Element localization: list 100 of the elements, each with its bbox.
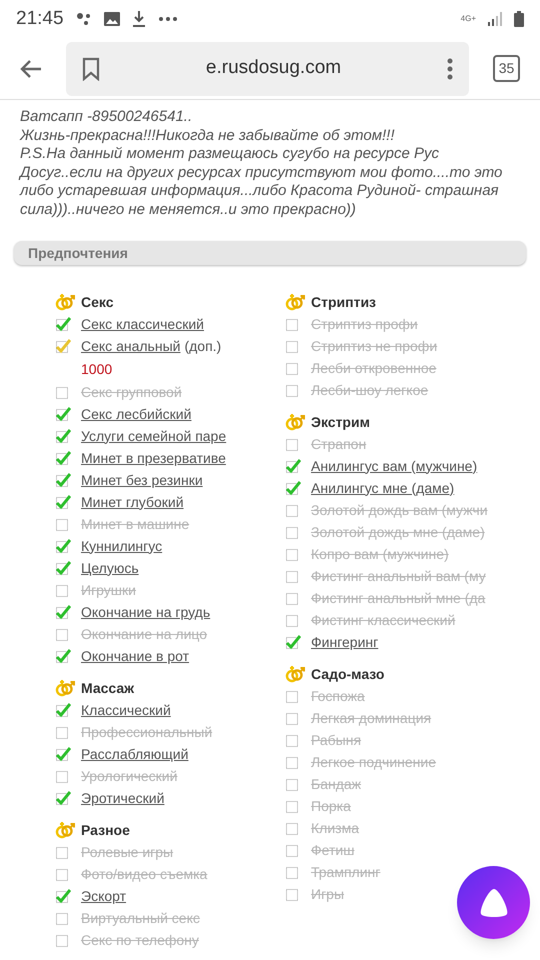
checkbox-icon[interactable] [285, 842, 301, 858]
checked-checkbox-icon[interactable] [55, 560, 71, 576]
checkbox-icon[interactable] [285, 776, 301, 792]
service-label: Лесби-шоу легкое [311, 380, 428, 400]
checkbox-icon[interactable] [55, 910, 71, 926]
checked-checkbox-icon[interactable] [285, 480, 301, 496]
service-note: (доп.) [184, 336, 222, 356]
service-label: Золотой дождь вам (мужчи [311, 500, 488, 520]
checkbox-icon[interactable] [285, 524, 301, 540]
checkbox-icon[interactable] [285, 360, 301, 376]
checkbox-icon[interactable] [285, 754, 301, 770]
description-text: Жизнь-прекрасна!!!Никогда не забывайте об этом!!! [20, 126, 396, 145]
checked-checkbox-icon[interactable] [55, 450, 71, 466]
service-label: Легкое подчинение [311, 752, 436, 772]
address-bar[interactable]: e.rusdosug.com [66, 42, 469, 96]
service-label: Анилингус вам (мужчине) [311, 456, 478, 476]
checkbox-icon[interactable] [285, 502, 301, 518]
bookmark-icon[interactable] [82, 56, 100, 80]
checkbox-icon[interactable] [285, 612, 301, 628]
checked-checkbox-icon[interactable] [55, 406, 71, 422]
price-text: 1000 [81, 360, 114, 378]
description-text: P.S.На данный момент размещаюсь сугубо на ресурсе Рус Досуг..если на других ресурсах присутствуют мои фото....то это либо устаревшая информация...либо Красота Рудиной- страшная сила)))..ничего не меняется..и это прекрасно)) [20, 145, 504, 219]
service-label: Фистинг классический [311, 610, 456, 630]
category-heading: Разное [81, 820, 130, 840]
checkbox-icon[interactable] [285, 886, 301, 902]
checkbox-icon[interactable] [55, 932, 71, 948]
checked-checkbox-icon[interactable] [55, 494, 71, 510]
service-label: Лесби откровенное [311, 358, 436, 378]
network-type: 4G+ [460, 15, 476, 23]
more-icon [158, 16, 178, 22]
checked-checkbox-icon[interactable] [55, 338, 71, 354]
checkbox-icon[interactable] [285, 732, 301, 748]
checkbox-icon[interactable] [285, 798, 301, 814]
back-arrow-icon[interactable] [20, 58, 42, 78]
checkbox-icon[interactable] [55, 724, 71, 740]
service-label: Эскорт [81, 886, 126, 906]
checkbox-icon[interactable] [55, 626, 71, 642]
service-label: Золотой дождь мне (даме) [311, 522, 485, 542]
checkbox-icon[interactable] [55, 866, 71, 882]
checkbox-icon[interactable] [285, 436, 301, 452]
service-label: Порка [311, 796, 351, 816]
checkbox-icon[interactable] [55, 516, 71, 532]
checkbox-icon[interactable] [55, 768, 71, 784]
image-icon [104, 12, 120, 26]
checkbox-icon[interactable] [285, 688, 301, 704]
checkbox-icon[interactable] [285, 864, 301, 880]
service-label: Секс анальный [81, 336, 180, 356]
service-label: Минет в машине [81, 514, 190, 534]
checked-checkbox-icon[interactable] [55, 648, 71, 664]
service-label: Классический [81, 700, 171, 720]
service-label: Секс классический [81, 314, 204, 334]
service-label: Эротический [81, 788, 164, 808]
checkbox-icon[interactable] [285, 382, 301, 398]
service-label: Фетиш [311, 840, 354, 860]
gender-symbol-icon [285, 664, 305, 684]
download-icon [132, 11, 146, 27]
service-label: Куннилингус [81, 536, 162, 556]
service-label: Стриптиз профи [311, 314, 418, 334]
checkbox-icon[interactable] [285, 590, 301, 606]
service-label: Секс по телефону [81, 930, 199, 950]
section-header: Предпочтения [14, 241, 526, 265]
service-label: Фистинг анальный мне (да [311, 588, 486, 608]
tab-count-button[interactable]: 35 [493, 55, 520, 82]
checkbox-icon[interactable] [285, 338, 301, 354]
service-label: Ролевые игры [81, 842, 174, 862]
service-label: Минет без резинки [81, 470, 203, 490]
gender-symbol-icon [55, 678, 75, 698]
service-label: Услуги семейной паре [81, 426, 226, 446]
checked-checkbox-icon[interactable] [55, 604, 71, 620]
category-heading: Стриптиз [311, 292, 376, 312]
checkbox-icon[interactable] [285, 316, 301, 332]
service-label: Секс групповой [81, 382, 182, 402]
service-label: Бандаж [311, 774, 362, 794]
checkbox-icon[interactable] [55, 582, 71, 598]
checked-checkbox-icon[interactable] [55, 472, 71, 488]
checkbox-icon[interactable] [55, 384, 71, 400]
checked-checkbox-icon[interactable] [55, 790, 71, 806]
service-label: Анилингус мне (даме) [311, 478, 454, 498]
menu-icon[interactable] [447, 58, 453, 80]
service-label: Фистинг анальный вам (му [311, 566, 486, 586]
checked-checkbox-icon[interactable] [55, 888, 71, 904]
service-label: Урологический [81, 766, 178, 786]
checked-checkbox-icon[interactable] [55, 746, 71, 762]
service-label: Целуюсь [81, 558, 139, 578]
service-label: Игрушки [81, 580, 136, 600]
checked-checkbox-icon[interactable] [285, 458, 301, 474]
checked-checkbox-icon[interactable] [55, 316, 71, 332]
checkbox-icon[interactable] [285, 820, 301, 836]
service-label: Клизма [311, 818, 359, 838]
service-label: Легкая доминация [311, 708, 432, 728]
checkbox-icon[interactable] [285, 710, 301, 726]
checked-checkbox-icon[interactable] [55, 428, 71, 444]
service-label: Игры [311, 884, 344, 904]
service-label: Окончание на лицо [81, 624, 208, 644]
checked-checkbox-icon[interactable] [55, 538, 71, 554]
checkbox-icon[interactable] [55, 844, 71, 860]
checkbox-icon[interactable] [285, 568, 301, 584]
checkbox-icon[interactable] [285, 546, 301, 562]
checked-checkbox-icon[interactable] [285, 634, 301, 650]
checked-checkbox-icon[interactable] [55, 702, 71, 718]
